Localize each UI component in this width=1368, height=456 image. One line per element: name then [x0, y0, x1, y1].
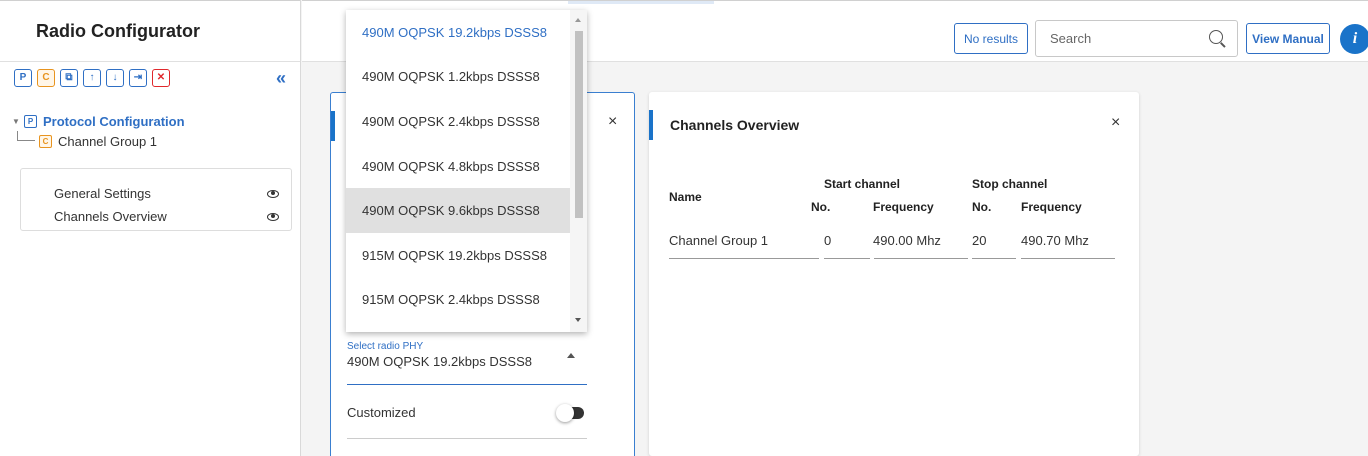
tree-connector	[17, 131, 35, 141]
move-up-button[interactable]: ↑	[83, 69, 101, 87]
dropdown-option[interactable]: 490M OQPSK 19.2kbps DSSS8	[346, 10, 570, 55]
copy-button[interactable]: ⧉	[60, 69, 78, 87]
add-protocol-button[interactable]: P	[14, 69, 32, 87]
phy-dropdown-list: 490M OQPSK 19.2kbps DSSS8 490M OQPSK 1.2k…	[346, 10, 587, 332]
cell-underline	[1021, 258, 1115, 259]
close-icon: ×	[608, 113, 618, 130]
tree-node-channel-group-1[interactable]: C Channel Group 1	[12, 131, 185, 151]
no-results-badge: No results	[954, 23, 1028, 54]
customized-label: Customized	[347, 405, 416, 420]
sidebar: Radio Configurator P C ⧉ ↑ ↓ ⇥ ✕ « ▼ P P…	[0, 0, 301, 456]
config-tree: ▼ P Protocol Configuration C Channel Gro…	[12, 111, 185, 151]
cell-start-frequency: 490.00 Mhz	[873, 233, 941, 248]
move-down-button[interactable]: ↓	[106, 69, 124, 87]
close-general-settings-button[interactable]: ×	[608, 113, 617, 131]
arrow-down-icon: ↓	[112, 72, 118, 83]
dropdown-option[interactable]: 490M OQPSK 4.8kbps DSSS8	[346, 144, 570, 189]
scroll-up-arrow-icon[interactable]	[575, 18, 581, 22]
settings-item-label: General Settings	[54, 186, 151, 201]
channels-overview-card: Channels Overview × Name Start channel S…	[649, 92, 1139, 456]
view-manual-button[interactable]: View Manual	[1246, 23, 1330, 54]
app-title: Radio Configurator	[36, 20, 200, 41]
info-icon: i	[1352, 30, 1358, 47]
double-chevron-left-icon: «	[276, 68, 287, 88]
select-radio-phy[interactable]: Select radio PHY 490M OQPSK 19.2kbps DSS…	[347, 341, 587, 385]
collapse-sidebar-button[interactable]: «	[276, 68, 286, 89]
protocol-badge-icon: P	[24, 114, 37, 128]
settings-panel-list: General Settings Channels Overview	[20, 168, 292, 231]
dropdown-scrollbar[interactable]	[570, 10, 587, 332]
copy-icon: ⧉	[65, 72, 73, 83]
card-accent-bar	[331, 111, 335, 141]
settings-item-channels-overview[interactable]: Channels Overview	[21, 205, 291, 228]
cell-underline	[824, 258, 870, 259]
header-start-channel: Start channel	[824, 177, 901, 191]
toggle-knob[interactable]	[556, 403, 574, 422]
header-start-no: No.	[811, 200, 831, 214]
tree-toolbar: P C ⧉ ↑ ↓ ⇥ ✕	[14, 69, 170, 87]
settings-item-label: Channels Overview	[54, 209, 167, 224]
search-icon[interactable]	[1209, 30, 1223, 44]
dropdown-option[interactable]: 915M OQPSK 2.4kbps DSSS8	[346, 278, 570, 323]
tree-node-protocol-configuration[interactable]: ▼ P Protocol Configuration	[12, 111, 185, 131]
customized-toggle[interactable]	[556, 403, 586, 422]
channel-group-badge-icon: C	[39, 134, 52, 148]
header-name: Name	[669, 190, 702, 204]
import-icon: ⇥	[133, 72, 143, 83]
customized-row: Customized	[347, 393, 587, 439]
cell-start-no: 0	[824, 233, 832, 248]
tab-indicator	[568, 1, 714, 4]
cell-underline	[972, 258, 1016, 259]
info-button[interactable]: i	[1340, 24, 1368, 54]
app-header: Radio Configurator	[0, 0, 300, 62]
close-icon: ×	[1111, 114, 1121, 131]
dropdown-option[interactable]: 490M OQPSK 2.4kbps DSSS8	[346, 99, 570, 144]
expand-triangle-icon[interactable]: ▼	[12, 117, 24, 126]
add-channel-group-button[interactable]: C	[37, 69, 55, 87]
search-box	[1035, 20, 1238, 57]
cell-name: Channel Group 1	[669, 233, 769, 248]
phy-select-value: 490M OQPSK 19.2kbps DSSS8	[347, 354, 532, 369]
dropdown-option[interactable]: 490M OQPSK 9.6kbps DSSS8	[346, 188, 570, 233]
cell-stop-no: 20	[972, 233, 987, 248]
tree-node-label: Channel Group 1	[58, 133, 158, 149]
header-stop-channel: Stop channel	[972, 177, 1048, 191]
scrollbar-thumb[interactable]	[575, 31, 583, 218]
search-input[interactable]	[1036, 31, 1196, 46]
header-start-frequency: Frequency	[873, 200, 934, 214]
settings-item-general-settings[interactable]: General Settings	[21, 182, 291, 205]
delete-button[interactable]: ✕	[152, 69, 170, 87]
eye-icon[interactable]	[267, 189, 279, 198]
header-stop-no: No.	[972, 200, 992, 214]
cell-stop-frequency: 490.70 Mhz	[1021, 233, 1089, 248]
protocol-icon: P	[19, 72, 27, 83]
arrow-up-icon: ↑	[89, 72, 95, 83]
cell-underline	[669, 258, 819, 259]
scroll-down-arrow-icon[interactable]	[575, 318, 581, 322]
tree-node-label: Protocol Configuration	[43, 113, 185, 129]
import-button[interactable]: ⇥	[129, 69, 147, 87]
delete-icon: ✕	[156, 72, 166, 83]
chevron-up-icon[interactable]	[567, 353, 575, 358]
header-stop-frequency: Frequency	[1021, 200, 1082, 214]
eye-icon[interactable]	[267, 212, 279, 221]
card-accent-bar	[649, 110, 653, 140]
cell-underline	[874, 258, 968, 259]
channels-overview-title: Channels Overview	[670, 117, 800, 133]
channel-group-icon: C	[42, 72, 50, 83]
dropdown-option[interactable]: 490M OQPSK 1.2kbps DSSS8	[346, 55, 570, 100]
dropdown-option[interactable]: 915M OQPSK 19.2kbps DSSS8	[346, 233, 570, 278]
close-channels-overview-button[interactable]: ×	[1111, 114, 1120, 132]
phy-select-label: Select radio PHY	[347, 341, 424, 352]
